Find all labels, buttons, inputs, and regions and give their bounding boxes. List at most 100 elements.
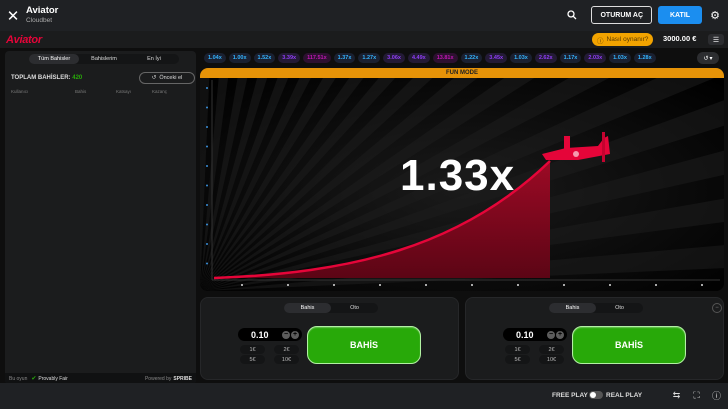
previous-hand-button[interactable]: ↺ Önceki el <box>139 72 195 84</box>
total-bets-count: 420 <box>72 75 83 81</box>
y-tick-dot <box>206 204 208 206</box>
y-tick-dot <box>206 126 208 128</box>
provably-fair-label: Provably Fair <box>38 375 68 382</box>
multiplier-chip[interactable]: 1.52x <box>253 53 276 63</box>
x-tick-dot <box>701 284 703 286</box>
multiplier-chip[interactable]: 1.17x <box>559 53 582 63</box>
y-tick-dot <box>206 243 208 245</box>
multiplier-chip[interactable]: 1.03x <box>510 53 532 63</box>
fullscreen-icon[interactable]: ⛶ <box>691 390 702 401</box>
y-tick-dot <box>206 262 208 265</box>
real-play-label: REAL PLAY <box>606 392 643 399</box>
login-button[interactable]: OTURUM AÇ <box>591 6 652 24</box>
multiplier-chip[interactable]: 3.39x <box>278 53 301 63</box>
play-mode-toggle[interactable] <box>589 391 603 399</box>
how-to-play-button[interactable]: ⓘ Nasıl oynanır? <box>592 33 654 46</box>
x-tick-dot <box>471 284 473 286</box>
multiplier-chip[interactable]: 2.62x <box>534 53 557 63</box>
aviator-logo: Aviator <box>6 33 42 46</box>
search-icon[interactable] <box>565 8 579 22</box>
multiplier-chip[interactable]: 3.06x <box>383 53 405 63</box>
minus-icon[interactable]: − <box>547 330 555 339</box>
title-block: Aviator Cloudbet <box>26 5 58 25</box>
x-tick-dot <box>241 284 243 286</box>
x-tick-dot <box>287 284 289 286</box>
multiplier-chip[interactable]: 1.28x <box>633 53 656 63</box>
quick-amount-2[interactable]: 2€ <box>539 345 564 354</box>
stake-stepper[interactable]: 0.10 − + <box>238 328 302 341</box>
multiplier-chip[interactable]: 3.45x <box>485 53 508 63</box>
tab-all-bets[interactable]: Tüm Bahisler <box>29 54 79 64</box>
bet-panel-1-tabs: Bahis Oto <box>284 303 378 313</box>
multiplier-chip[interactable]: 2.03x <box>584 53 607 63</box>
quick-amount-5[interactable]: 5€ <box>505 355 530 364</box>
provider-logo: SPRIBE <box>173 375 192 382</box>
multiplier-chip[interactable]: 13.81x <box>432 53 458 63</box>
history-toggle-button[interactable]: ↺ ▾ <box>697 52 719 64</box>
bet-button[interactable]: BAHİS <box>307 326 421 364</box>
close-icon[interactable]: ✕ <box>0 7 26 25</box>
bets-panel: Tüm Bahisler Bahislerim En İyi TOPLAM BA… <box>5 51 196 384</box>
x-tick-dot <box>563 284 565 286</box>
column-payout: Kazanç <box>152 89 168 94</box>
header-actions: OTURUM AÇ KATIL ⚙ <box>565 6 722 24</box>
y-tick-dot <box>206 223 208 226</box>
remove-panel-icon[interactable]: − <box>712 303 722 313</box>
tab-bet[interactable]: Bahis <box>549 303 596 313</box>
join-button[interactable]: KATIL <box>658 6 702 24</box>
bets-tabs: Tüm Bahisler Bahislerim En İyi <box>29 54 179 64</box>
toggle-knob <box>590 392 596 398</box>
plus-icon[interactable]: + <box>291 330 299 339</box>
theater-mode-icon[interactable]: ⇆ <box>671 390 682 401</box>
multiplier-chip[interactable]: 1.27x <box>358 53 381 63</box>
info-icon[interactable]: ⓘ <box>711 390 722 401</box>
tab-auto[interactable]: Oto <box>331 303 378 313</box>
gear-icon[interactable]: ⚙ <box>708 9 722 22</box>
y-tick-dot <box>206 184 208 187</box>
plus-icon[interactable]: + <box>556 330 564 339</box>
quick-amount-10[interactable]: 10€ <box>274 355 299 364</box>
footer-prefix: Bu oyun <box>9 375 28 382</box>
page-subtitle: Cloudbet <box>26 17 53 25</box>
x-tick-dot <box>333 284 335 286</box>
game-bar: Aviator ⓘ Nasıl oynanır? 3000.00 € ☰ <box>0 31 728 48</box>
multiplier-chip[interactable]: 1.04x <box>204 53 226 63</box>
tab-my-bets[interactable]: Bahislerim <box>79 54 129 64</box>
shield-check-icon: ✔ <box>31 376 37 382</box>
provably-fair-link[interactable]: ✔ Provably Fair <box>31 375 68 383</box>
bet-button[interactable]: BAHİS <box>572 326 686 364</box>
multiplier-chip[interactable]: 1.00x <box>228 53 251 63</box>
tab-top[interactable]: En İyi <box>129 54 179 64</box>
bet-panel-2: Bahis Oto − 0.10 − + 1€ 2€ 5€ 10€ BAHİS <box>465 297 724 380</box>
x-tick-dot <box>609 284 611 286</box>
how-to-play-label: Nasıl oynanır? <box>606 36 649 43</box>
column-user: Kullanıcı <box>11 89 29 94</box>
quick-amount-10[interactable]: 10€ <box>539 355 564 364</box>
quick-amount-1[interactable]: 1€ <box>505 345 530 354</box>
stake-stepper[interactable]: 0.10 − + <box>503 328 567 341</box>
stake-value[interactable]: 0.10 <box>516 330 534 340</box>
bottom-bar: FREE PLAY REAL PLAY ⇆ ⛶ ⓘ <box>0 383 728 409</box>
multiplier-chip[interactable]: 117.51x <box>303 53 331 63</box>
multiplier-history: 1.04x 1.00x 1.52x 3.39x 117.51x 1.37x 1.27x 3.0… <box>204 53 724 63</box>
tab-auto[interactable]: Oto <box>596 303 643 313</box>
quick-amount-1[interactable]: 1€ <box>240 345 265 354</box>
top-bar: ✕ Aviator Cloudbet OTURUM AÇ KATIL ⚙ <box>0 0 728 31</box>
stake-value[interactable]: 0.10 <box>251 330 269 340</box>
multiplier-chip[interactable]: 4.49x <box>407 53 430 63</box>
history-icon: ↺ <box>151 75 157 81</box>
game-stage: FUN MODE 1.33x <box>200 68 724 291</box>
y-tick-dot <box>206 165 208 167</box>
y-tick-dot <box>206 145 208 148</box>
previous-hand-label: Önceki el <box>159 75 183 81</box>
menu-icon[interactable]: ☰ <box>708 34 724 45</box>
minus-icon[interactable]: − <box>282 330 290 339</box>
history-icon: ↺ <box>703 55 709 62</box>
multiplier-chip[interactable]: 1.03x <box>609 53 631 63</box>
help-icon: ⓘ <box>597 37 604 45</box>
multiplier-chip[interactable]: 1.22x <box>460 53 483 63</box>
quick-amount-2[interactable]: 2€ <box>274 345 299 354</box>
quick-amount-5[interactable]: 5€ <box>240 355 265 364</box>
multiplier-chip[interactable]: 1.37x <box>333 53 356 63</box>
tab-bet[interactable]: Bahis <box>284 303 331 313</box>
